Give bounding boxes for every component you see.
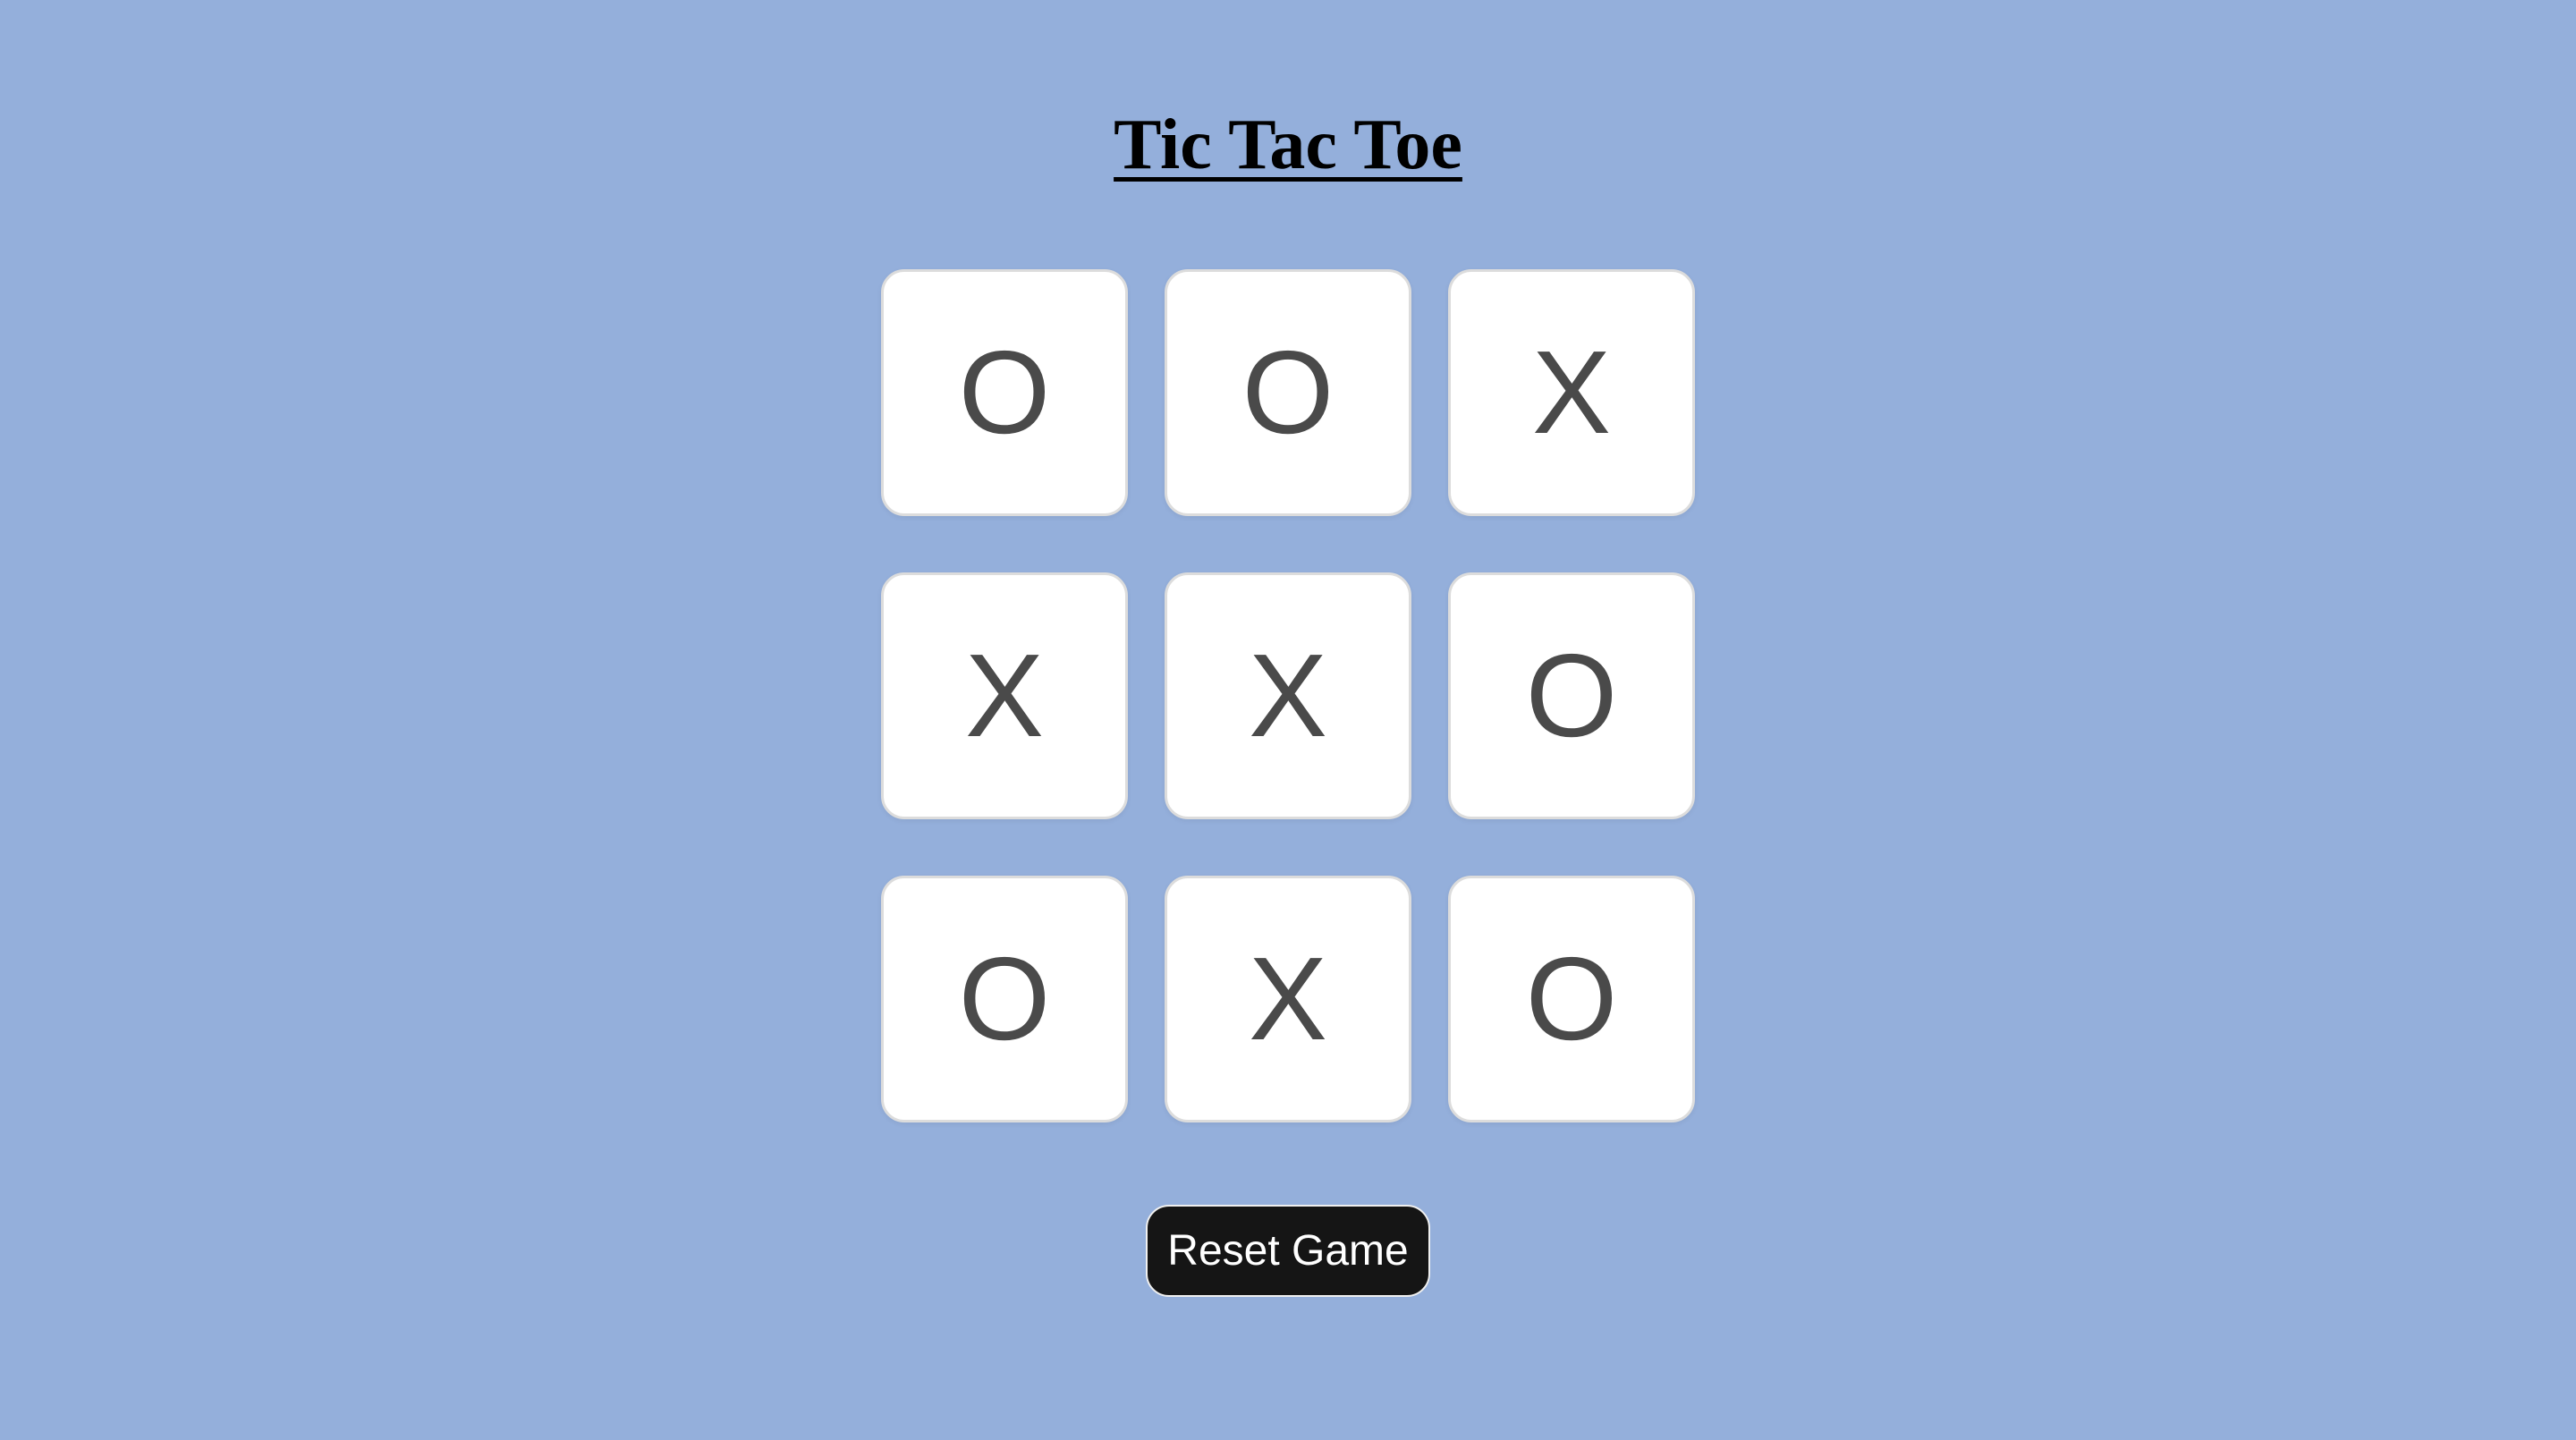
board-cell-3[interactable]: X <box>1448 269 1695 516</box>
board-cell-2[interactable]: O <box>1165 269 1411 516</box>
board-cell-6[interactable]: O <box>1448 572 1695 819</box>
game-title: Tic Tac Toe <box>1114 106 1462 184</box>
board-cell-7[interactable]: O <box>881 876 1128 1122</box>
board-cell-9[interactable]: O <box>1448 876 1695 1122</box>
board-cell-4[interactable]: X <box>881 572 1128 819</box>
board-cell-1[interactable]: O <box>881 269 1128 516</box>
board-cell-5[interactable]: X <box>1165 572 1411 819</box>
game-board: O O X X X O O X O <box>881 269 1695 1122</box>
board-cell-8[interactable]: X <box>1165 876 1411 1122</box>
reset-game-button[interactable]: Reset Game <box>1146 1205 1430 1297</box>
